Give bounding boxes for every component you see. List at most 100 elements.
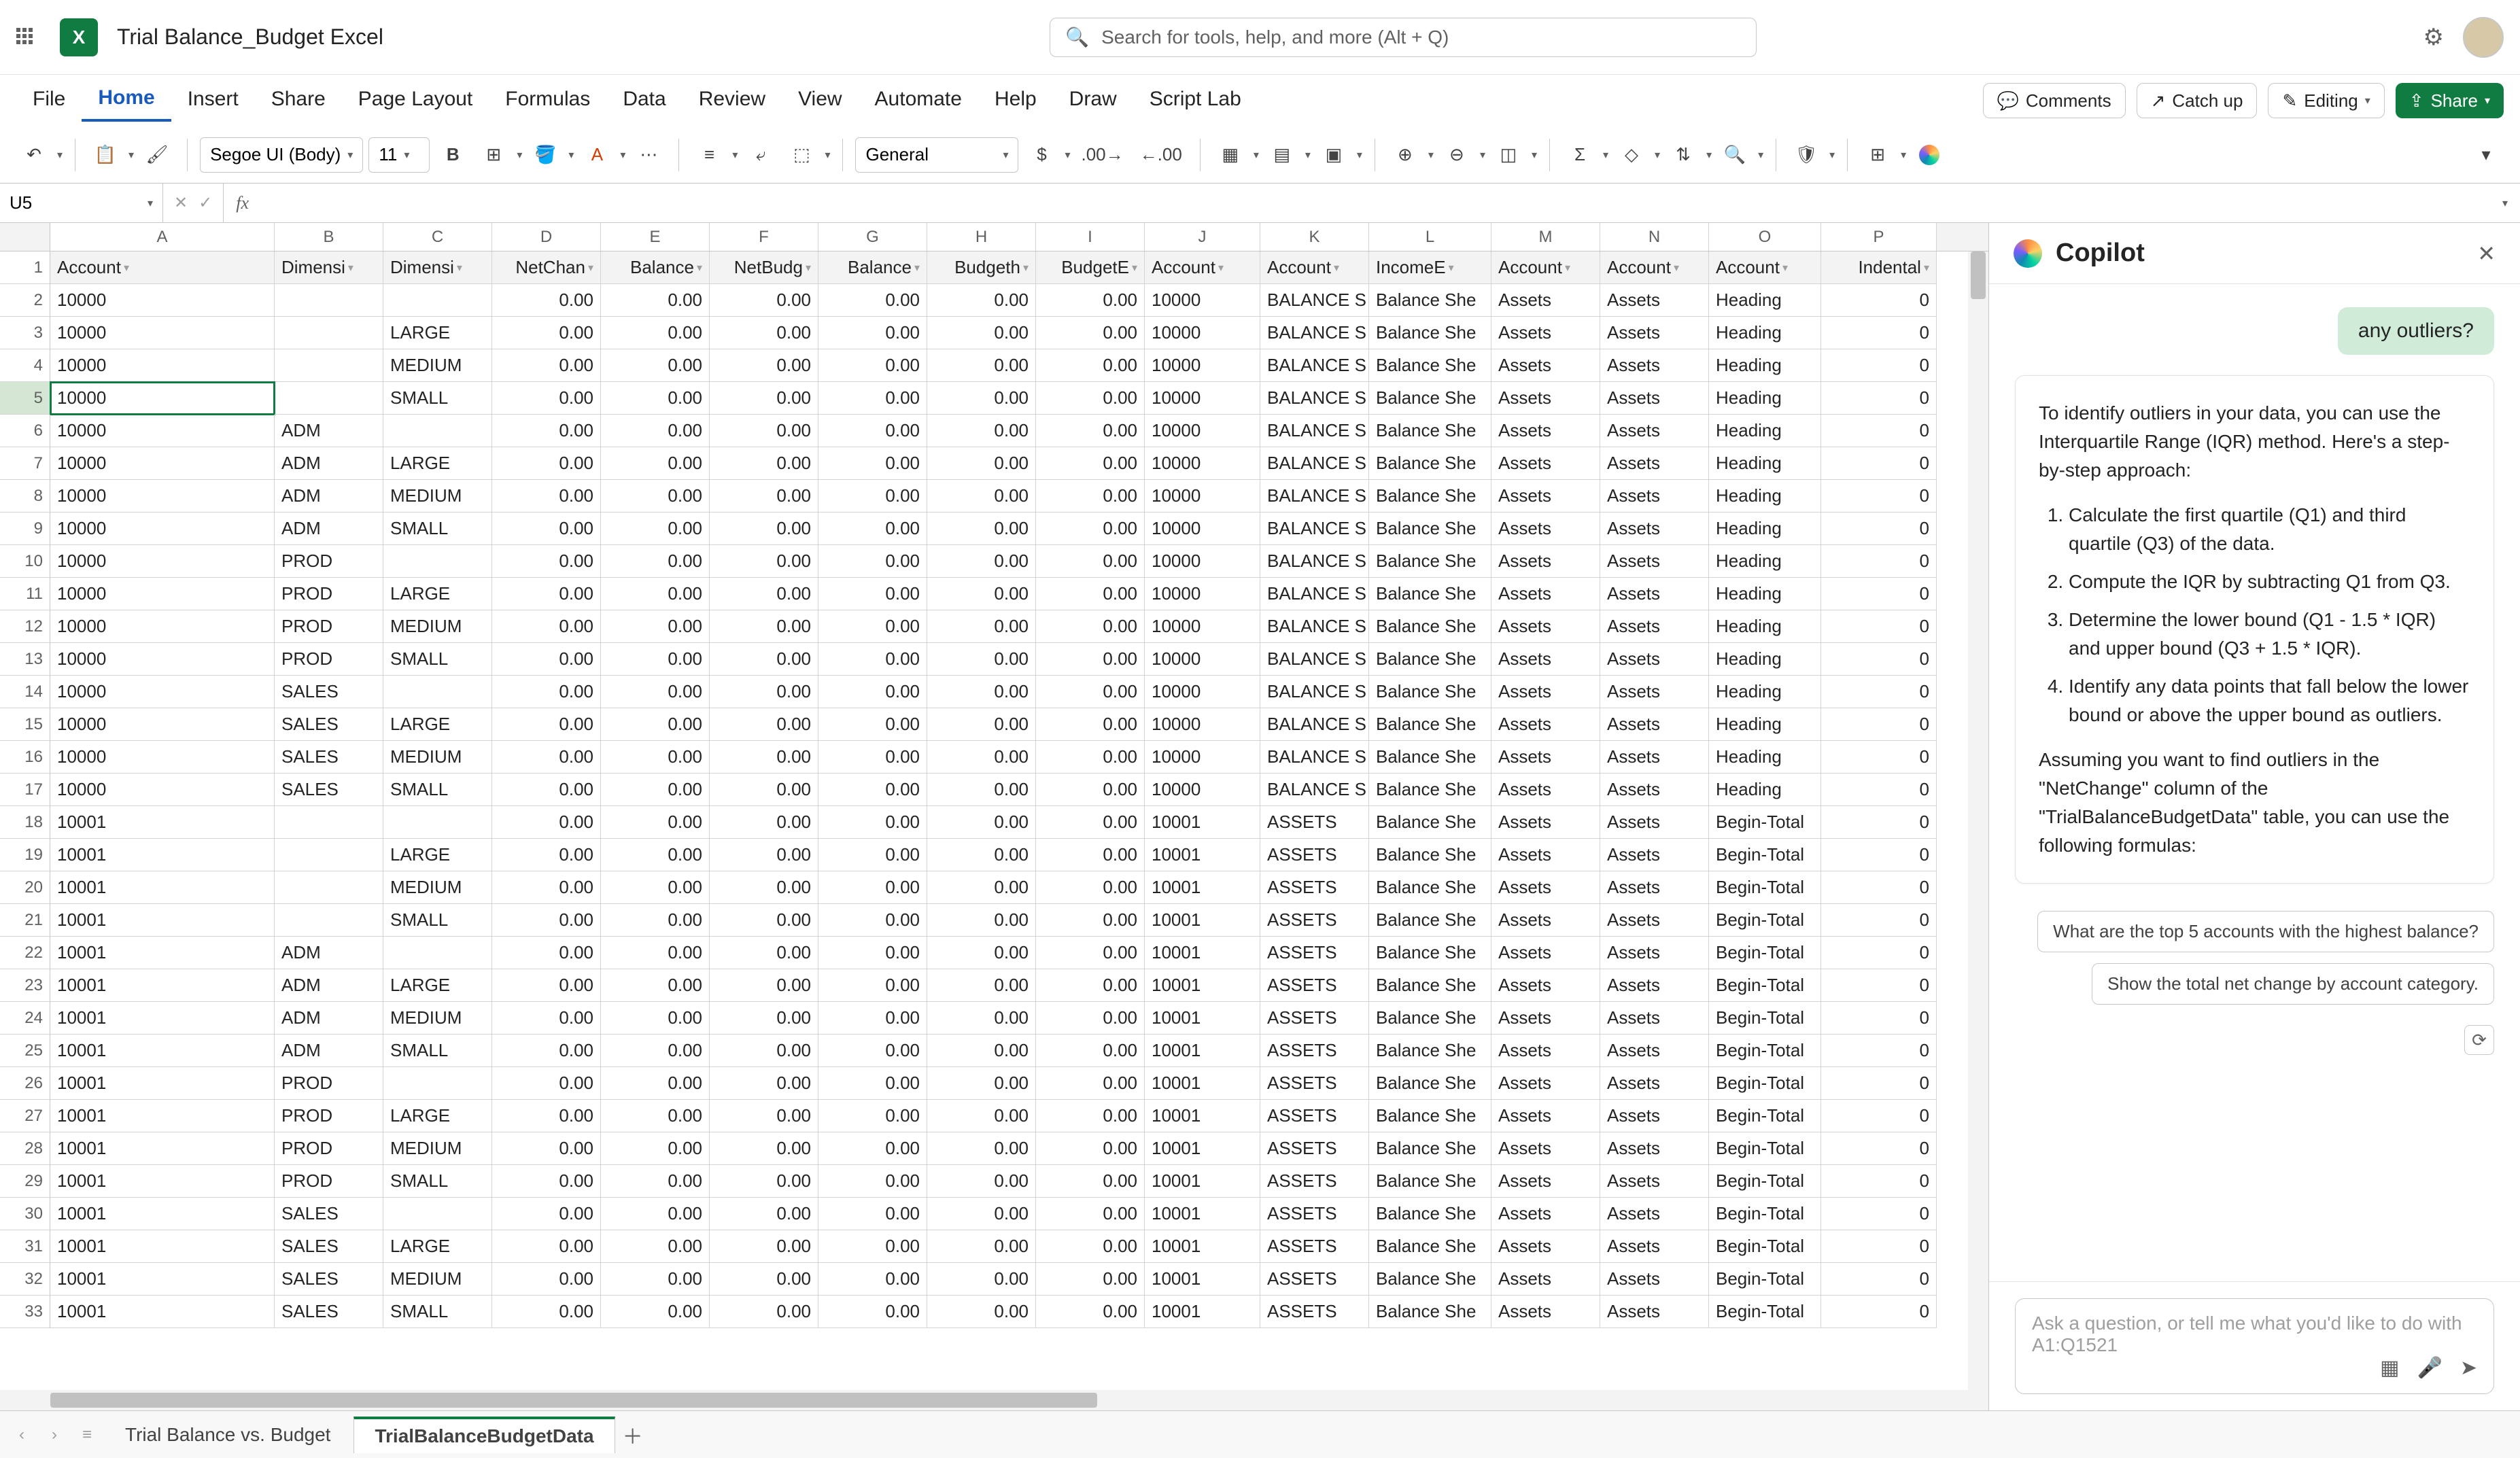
table-cell[interactable]: BALANCE S (1260, 317, 1369, 349)
table-cell[interactable]: 0.00 (818, 774, 927, 806)
menu-formulas[interactable]: Formulas (489, 81, 606, 120)
undo-button[interactable]: ↶ (16, 137, 52, 173)
table-cell[interactable]: 10000 (50, 447, 275, 480)
table-cell[interactable]: Balance She (1369, 284, 1491, 317)
refresh-suggestions-button[interactable]: ⟳ (2464, 1025, 2494, 1055)
table-cell[interactable]: 10001 (50, 1263, 275, 1296)
row-header[interactable]: 28 (0, 1132, 50, 1165)
table-cell[interactable]: Assets (1491, 1230, 1600, 1263)
row-header[interactable]: 10 (0, 545, 50, 578)
table-cell[interactable]: Assets (1600, 774, 1709, 806)
font-size-select[interactable]: 11▾ (368, 137, 430, 173)
table-cell[interactable]: MEDIUM (383, 1263, 492, 1296)
table-cell[interactable]: 0 (1821, 1296, 1937, 1328)
table-cell[interactable]: 0.00 (601, 480, 710, 513)
table-cell[interactable]: 0.00 (1036, 480, 1145, 513)
table-cell[interactable]: Begin-Total (1709, 871, 1821, 904)
table-cell[interactable]: Heading (1709, 643, 1821, 676)
table-cell[interactable] (275, 284, 383, 317)
table-cell[interactable]: 0 (1821, 349, 1937, 382)
table-cell[interactable]: BALANCE S (1260, 610, 1369, 643)
table-cell[interactable]: 10001 (50, 806, 275, 839)
table-cell[interactable]: 0 (1821, 937, 1937, 969)
column-header-E[interactable]: E (601, 223, 710, 251)
table-cell[interactable]: Assets (1600, 610, 1709, 643)
table-cell[interactable]: 0.00 (927, 969, 1036, 1002)
table-cell[interactable]: ASSETS (1260, 1296, 1369, 1328)
table-header-cell[interactable]: Dimensi▾ (275, 251, 383, 284)
table-cell[interactable]: 0.00 (927, 610, 1036, 643)
table-cell[interactable]: 0.00 (601, 610, 710, 643)
table-cell[interactable]: Heading (1709, 578, 1821, 610)
filter-dropdown-icon[interactable]: ▾ (1334, 261, 1339, 275)
delete-cells-button[interactable]: ⊖ (1439, 137, 1474, 173)
table-cell[interactable]: Balance She (1369, 349, 1491, 382)
table-cell[interactable] (383, 1067, 492, 1100)
table-cell[interactable]: 0.00 (492, 545, 601, 578)
row-header[interactable]: 18 (0, 806, 50, 839)
table-cell[interactable]: Heading (1709, 708, 1821, 741)
table-cell[interactable]: 10001 (50, 839, 275, 871)
table-cell[interactable]: 0 (1821, 839, 1937, 871)
table-cell[interactable]: MEDIUM (383, 741, 492, 774)
table-cell[interactable]: 0.00 (710, 349, 818, 382)
select-all-corner[interactable] (0, 223, 50, 251)
table-cell[interactable]: Heading (1709, 447, 1821, 480)
table-cell[interactable]: 0.00 (601, 1035, 710, 1067)
table-cell[interactable]: 0.00 (601, 969, 710, 1002)
column-header-I[interactable]: I (1036, 223, 1145, 251)
table-cell[interactable]: Assets (1600, 1035, 1709, 1067)
table-cell[interactable]: 0.00 (492, 578, 601, 610)
table-cell[interactable]: 10000 (50, 741, 275, 774)
table-cell[interactable]: BALANCE S (1260, 382, 1369, 415)
table-cell[interactable]: 10001 (50, 871, 275, 904)
table-cell[interactable]: 0.00 (818, 1296, 927, 1328)
table-cell[interactable] (383, 545, 492, 578)
table-cell[interactable]: 10001 (1145, 1067, 1260, 1100)
row-header[interactable]: 30 (0, 1198, 50, 1230)
table-cell[interactable]: 10001 (50, 937, 275, 969)
table-cell[interactable]: 0.00 (492, 1132, 601, 1165)
table-cell[interactable]: 0.00 (927, 349, 1036, 382)
table-cell[interactable]: 0.00 (927, 676, 1036, 708)
table-cell[interactable]: ASSETS (1260, 1165, 1369, 1198)
sheet-tab[interactable]: Trial Balance vs. Budget (105, 1417, 351, 1453)
table-cell[interactable]: 0.00 (601, 839, 710, 871)
table-cell[interactable]: 0.00 (1036, 513, 1145, 545)
table-cell[interactable]: 10001 (50, 1165, 275, 1198)
table-cell[interactable]: SALES (275, 1230, 383, 1263)
table-cell[interactable]: Assets (1600, 676, 1709, 708)
table-cell[interactable]: Begin-Total (1709, 806, 1821, 839)
table-cell[interactable]: 0.00 (710, 1100, 818, 1132)
table-cell[interactable]: 0.00 (492, 1296, 601, 1328)
table-header-cell[interactable]: Dimensi▾ (383, 251, 492, 284)
table-cell[interactable]: Assets (1600, 806, 1709, 839)
table-cell[interactable]: 0 (1821, 806, 1937, 839)
table-cell[interactable]: 10000 (50, 513, 275, 545)
table-cell[interactable]: 0.00 (710, 480, 818, 513)
table-cell[interactable]: Balance She (1369, 578, 1491, 610)
table-cell[interactable]: 0.00 (1036, 741, 1145, 774)
table-cell[interactable]: 10001 (1145, 1230, 1260, 1263)
table-cell[interactable]: 0.00 (1036, 284, 1145, 317)
table-cell[interactable]: 0.00 (927, 904, 1036, 937)
table-cell[interactable]: 0.00 (927, 806, 1036, 839)
table-cell[interactable]: SMALL (383, 382, 492, 415)
table-cell[interactable]: Assets (1600, 937, 1709, 969)
table-cell[interactable]: 10001 (50, 1296, 275, 1328)
table-cell[interactable]: 0.00 (818, 1132, 927, 1165)
table-cell[interactable]: Balance She (1369, 774, 1491, 806)
table-cell[interactable]: 10001 (1145, 806, 1260, 839)
user-avatar[interactable] (2463, 17, 2504, 58)
row-header[interactable]: 33 (0, 1296, 50, 1328)
table-cell[interactable]: 10001 (1145, 937, 1260, 969)
row-header[interactable]: 7 (0, 447, 50, 480)
table-cell[interactable]: Balance She (1369, 806, 1491, 839)
table-cell[interactable]: 0.00 (1036, 349, 1145, 382)
table-cell[interactable]: Assets (1491, 1067, 1600, 1100)
table-cell[interactable]: Begin-Total (1709, 1002, 1821, 1035)
column-header-K[interactable]: K (1260, 223, 1369, 251)
menu-data[interactable]: Data (606, 81, 682, 120)
row-header[interactable]: 1 (0, 251, 50, 284)
table-cell[interactable]: 10001 (1145, 1263, 1260, 1296)
